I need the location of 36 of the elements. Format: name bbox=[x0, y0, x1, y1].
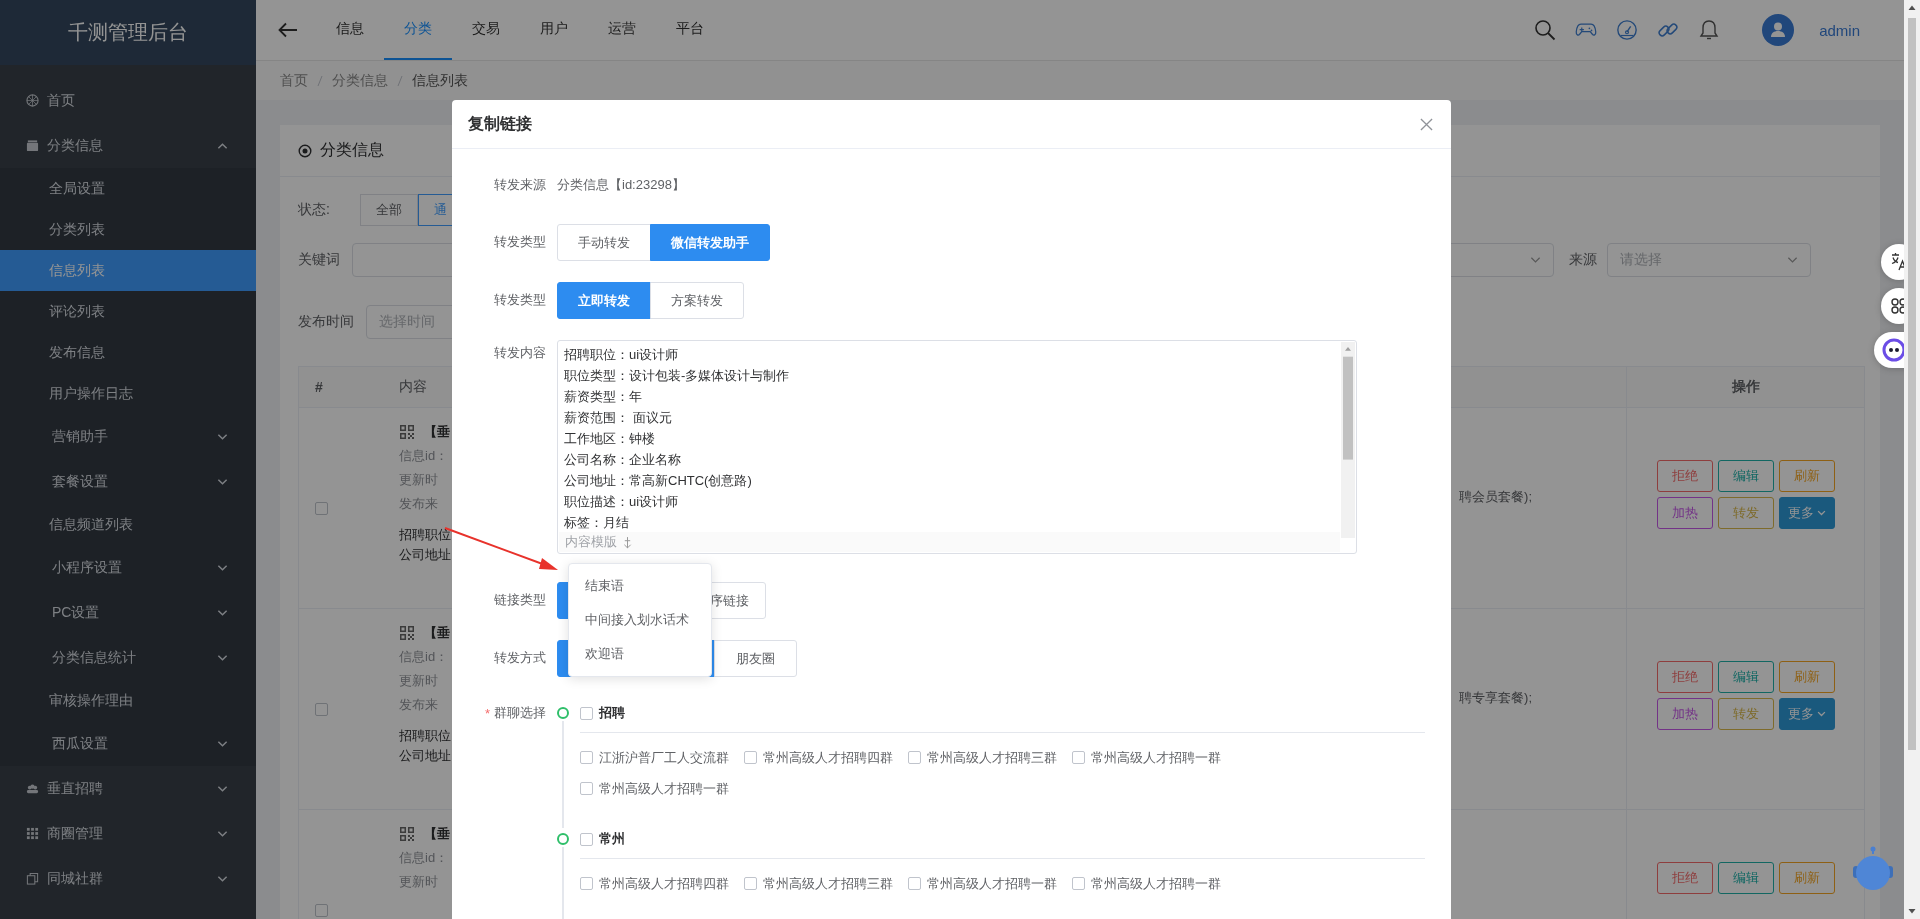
field-label: 转发类型 bbox=[494, 291, 546, 309]
required-mark: * bbox=[484, 705, 490, 721]
row-title: 【垂 bbox=[424, 624, 450, 642]
row-title: 【垂 bbox=[424, 423, 450, 441]
filter-label: 来源 bbox=[1569, 251, 1597, 269]
column-header: 操作 bbox=[1731, 378, 1760, 396]
column-header: # bbox=[315, 379, 323, 395]
field-label: 群聊选择 bbox=[494, 704, 546, 722]
field-label: 转发类型 bbox=[494, 233, 546, 251]
card-title: 分类信息 bbox=[320, 140, 384, 160]
field-label: 链接类型 bbox=[494, 591, 546, 609]
row-meta: 更新时 bbox=[399, 873, 439, 891]
filter-label: 发布时间 bbox=[298, 313, 355, 331]
row-text: 公司地址 bbox=[399, 546, 451, 564]
row-text: 聘会员套餐); bbox=[1459, 488, 1532, 506]
dialog-title: 复制链接 bbox=[468, 113, 533, 134]
column-header: 内容 bbox=[399, 378, 427, 396]
field-value: 分类信息【id:23298】 bbox=[557, 176, 685, 194]
filter-label: 关键词 bbox=[298, 251, 341, 269]
row-text: 招聘职位 bbox=[399, 526, 451, 544]
row-meta: 信息id： bbox=[399, 849, 450, 867]
row-meta: 发布来 bbox=[399, 696, 439, 714]
field-label: 转发来源 bbox=[494, 176, 546, 194]
row-meta: 信息id： bbox=[399, 447, 450, 465]
app-title: 千测管理后台 bbox=[68, 20, 188, 45]
row-text: 招聘职位 bbox=[399, 727, 451, 745]
row-meta: 更新时 bbox=[399, 672, 439, 690]
row-text: 公司地址 bbox=[399, 747, 451, 765]
row-meta: 信息id： bbox=[399, 648, 450, 666]
row-title: 【垂 bbox=[424, 825, 450, 843]
row-meta: 更新时 bbox=[399, 471, 439, 489]
filter-label: 状态: bbox=[298, 200, 331, 219]
field-label: 转发方式 bbox=[494, 649, 546, 667]
row-meta: 发布来 bbox=[399, 495, 439, 513]
field-label: 转发内容 bbox=[494, 344, 546, 362]
row-text: 聘专享套餐); bbox=[1459, 689, 1532, 707]
